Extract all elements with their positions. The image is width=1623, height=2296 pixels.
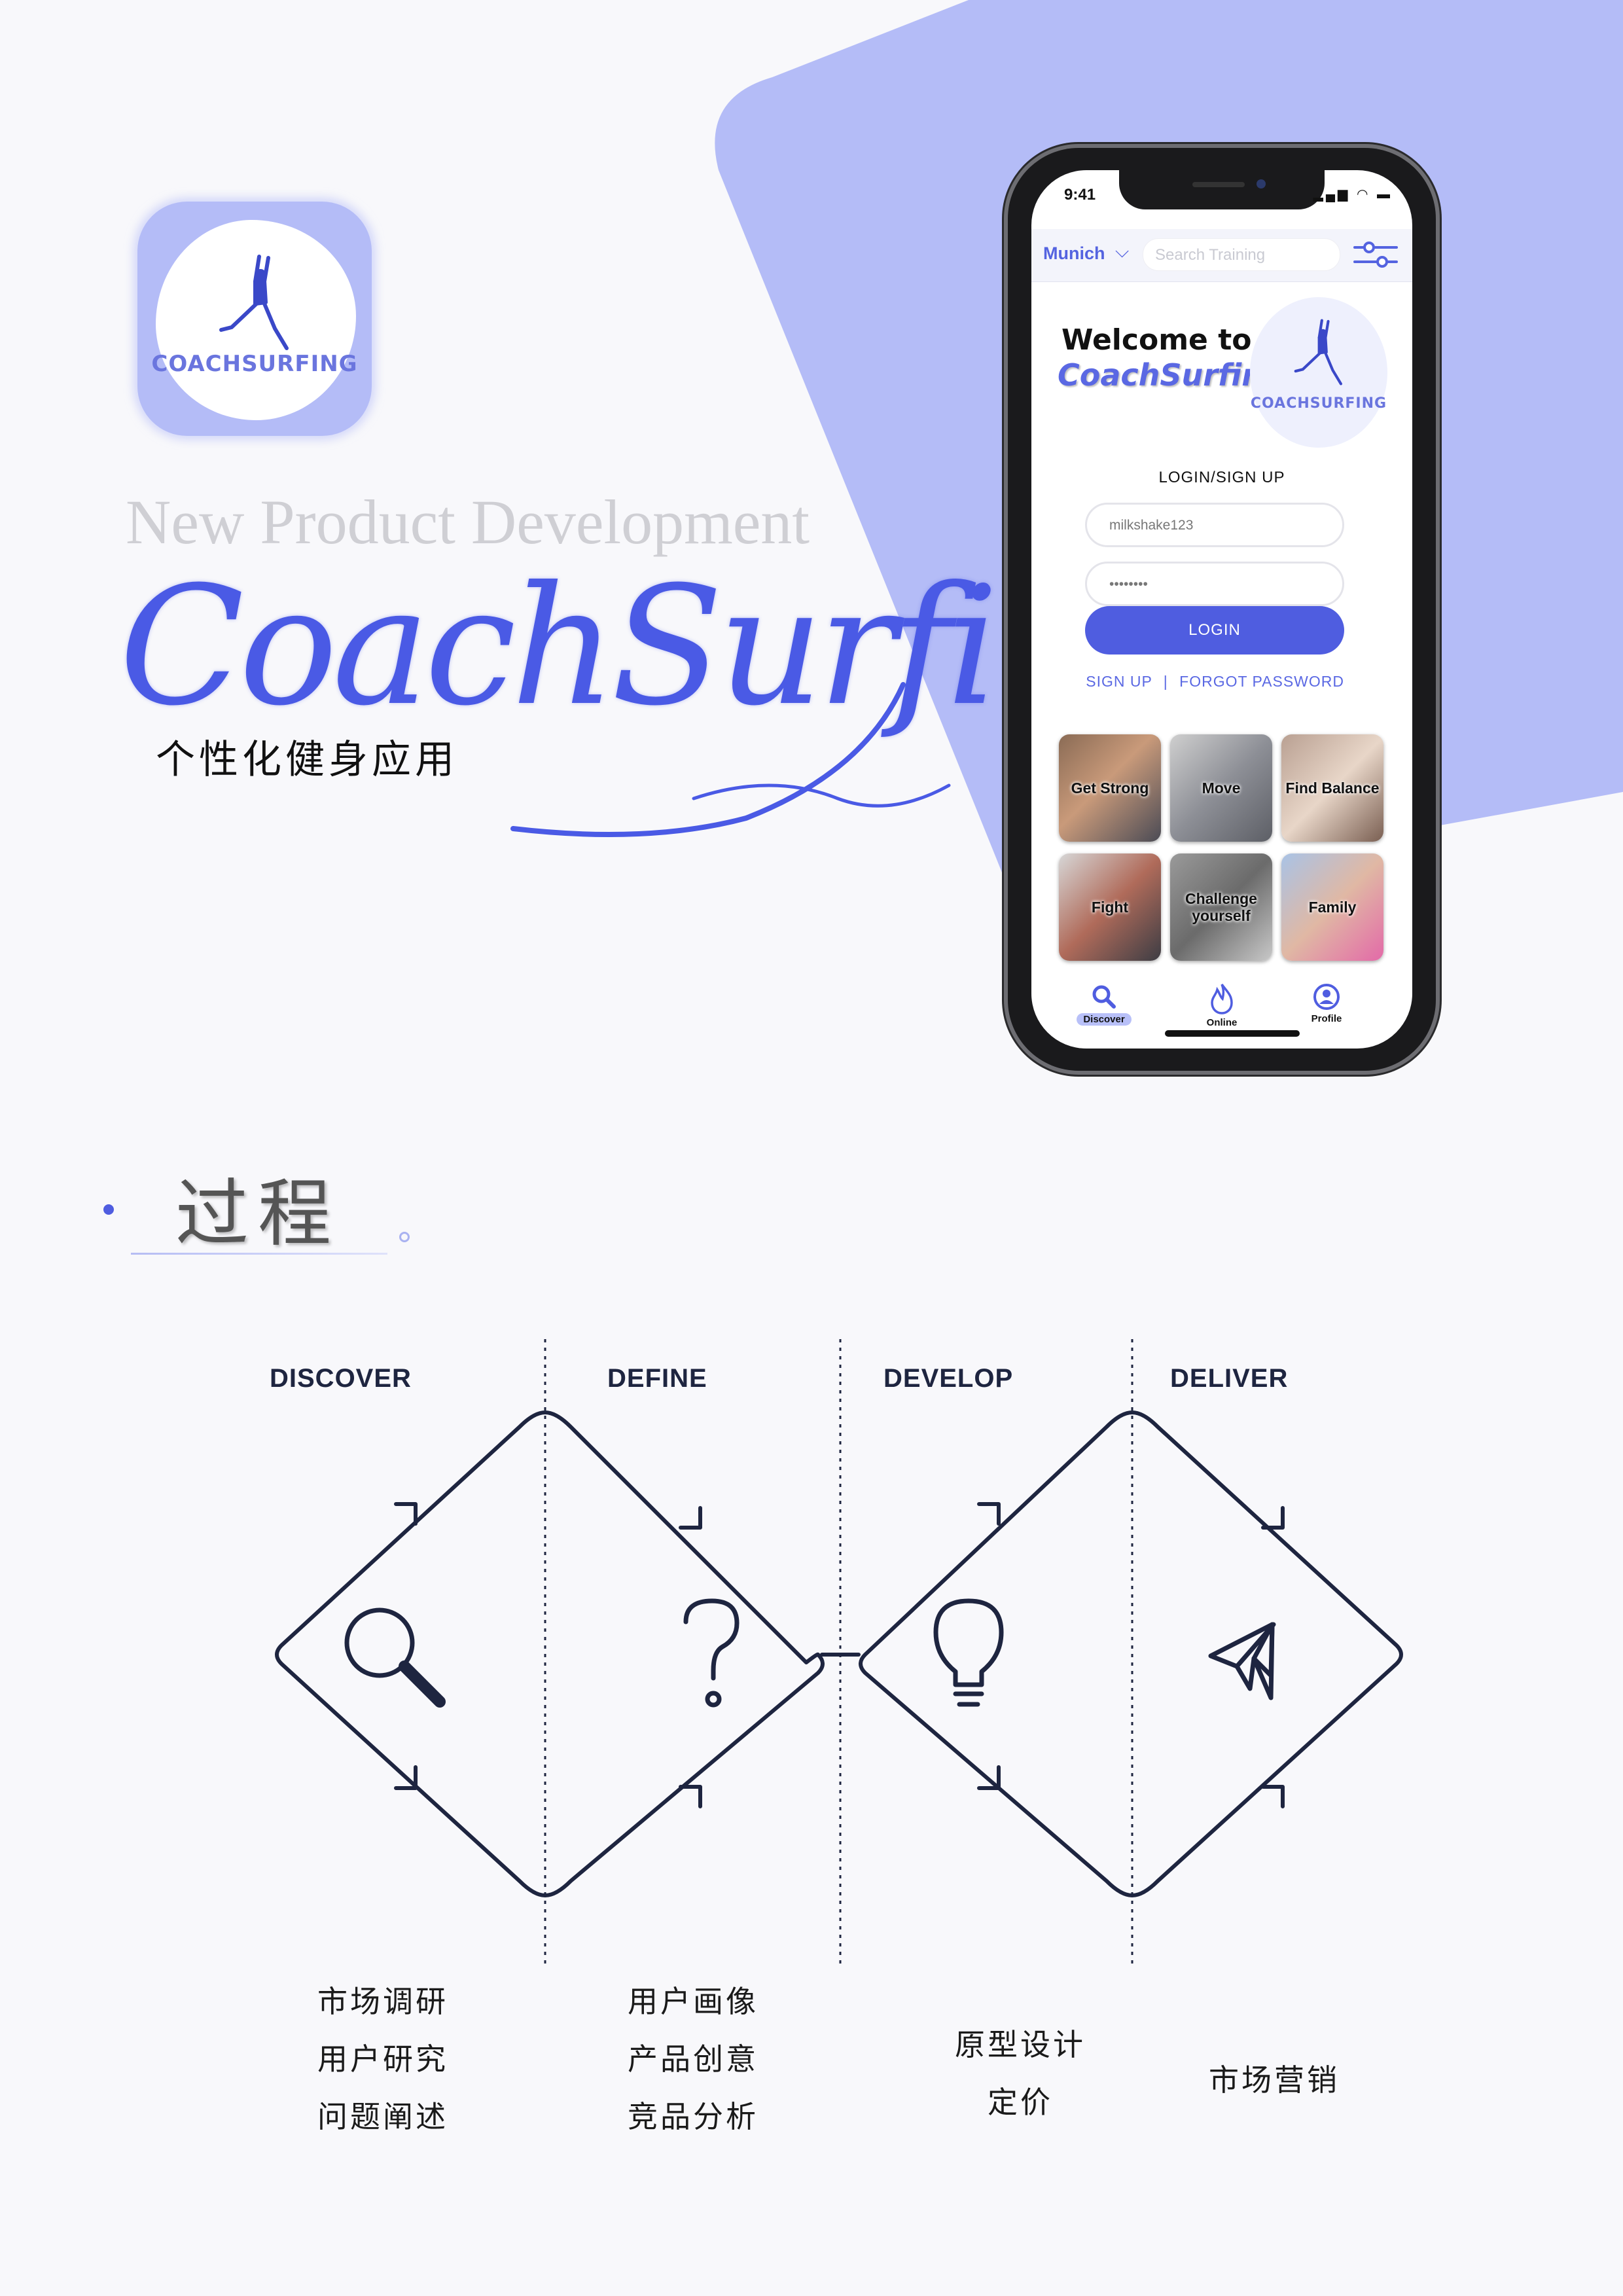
task-item: 定价 (988, 2085, 1053, 2120)
arrow-head (1261, 1785, 1285, 1808)
lightbulb-icon (933, 1598, 1004, 1707)
task-item: 产品创意 (628, 2041, 758, 2077)
task-item: 市场调研 (317, 1984, 448, 2019)
task-item: 问题阐述 (317, 2099, 448, 2134)
tasks-develop: 原型设计 定价 (952, 2016, 1089, 2131)
task-item: 市场营销 (1209, 2062, 1340, 2098)
double-diamond-diagram (275, 1339, 1403, 1967)
task-item: 原型设计 (955, 2027, 1086, 2062)
task-item: 用户研究 (317, 2041, 448, 2077)
arrow-head (679, 1785, 702, 1808)
tasks-discover: 市场调研 用户研究 问题阐述 (314, 1973, 452, 2145)
arrow-head (394, 1502, 418, 1526)
arrow-head (679, 1506, 702, 1530)
question-mark-icon (683, 1598, 740, 1708)
arrow-head (977, 1502, 1001, 1526)
tasks-deliver: 市场营销 (1205, 2051, 1343, 2109)
task-item: 竞品分析 (628, 2099, 758, 2134)
diamond-left (275, 1410, 825, 1897)
magnifier-icon (344, 1607, 446, 1708)
task-item: 用户画像 (628, 1984, 758, 2019)
paper-plane-icon (1208, 1622, 1276, 1700)
tasks-define: 用户画像 产品创意 竞品分析 (624, 1973, 762, 2145)
